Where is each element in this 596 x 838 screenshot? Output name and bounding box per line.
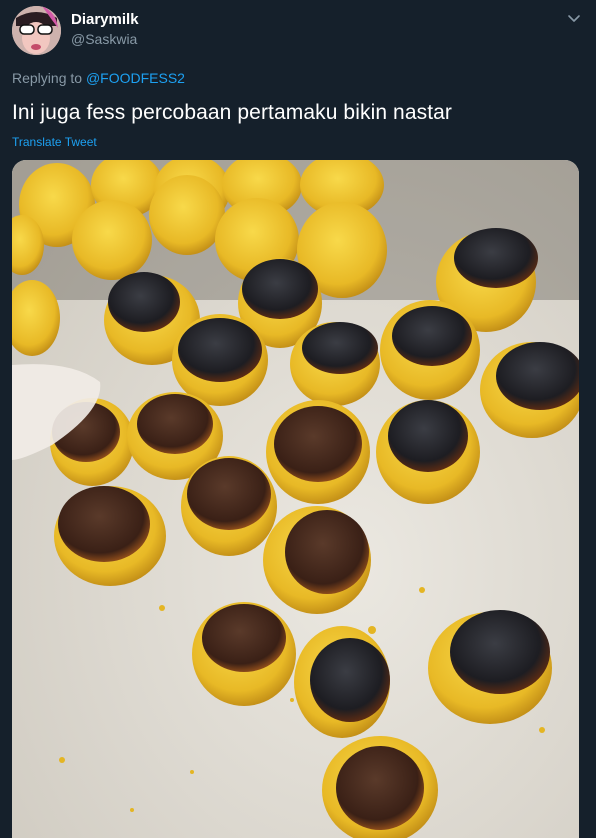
chevron-down-icon[interactable]: [566, 10, 582, 26]
tweet-text: Ini juga fess percobaan pertamaku bikin …: [12, 101, 453, 124]
avatar-image: [12, 6, 61, 55]
replying-to: Replying to @FOODFESS2: [12, 70, 185, 86]
mention-link[interactable]: @FOODFESS2: [86, 70, 185, 86]
translate-tweet-link[interactable]: Translate Tweet: [12, 135, 97, 149]
cookies-photo: [12, 160, 579, 838]
user-handle[interactable]: @Saskwia: [71, 31, 137, 47]
replying-to-label: Replying to: [12, 70, 83, 86]
avatar[interactable]: [12, 6, 61, 55]
tweet-photo[interactable]: [12, 160, 579, 838]
display-name[interactable]: Diarymilk: [71, 11, 139, 28]
